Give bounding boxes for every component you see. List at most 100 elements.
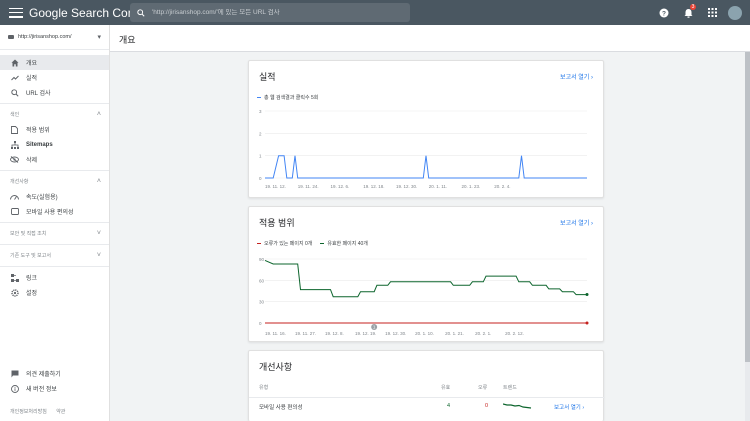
coverage-card: 적용 범위 보고서 열기 › 오류가 있는 페이지 0개 유효한 페이지 40개…	[248, 206, 604, 342]
terms-link[interactable]: 약관	[56, 409, 65, 415]
bell-icon[interactable]: 3	[676, 0, 700, 25]
row-error: 0	[485, 403, 489, 409]
phone-icon	[10, 207, 19, 216]
sidebar-item-label: 설정	[26, 291, 38, 297]
card-title: 적용 범위	[259, 218, 295, 228]
sidebar-item-label: 개요	[26, 61, 38, 67]
enhancements-card: 개선사항 유형 유효 오류 트렌드 모바일 사용 편의성 4 0 보고서 열기 …	[248, 350, 605, 421]
column-error: 오류	[478, 385, 488, 391]
chart-legend: 총 웹 검색결과 클릭수 5회	[257, 94, 326, 101]
divider	[0, 170, 109, 171]
help-icon[interactable]: ?	[652, 0, 676, 25]
column-trend: 트렌드	[503, 385, 517, 391]
x-tick-label: 19. 12. 30.	[396, 184, 417, 189]
chevron-up-icon: ˄	[96, 111, 101, 118]
chevron-down-icon: ˅	[96, 252, 101, 259]
apps-grid-icon[interactable]	[700, 0, 724, 25]
sidebar-item-sitemaps[interactable]: Sitemaps	[0, 137, 109, 152]
y-tick-label: 1	[259, 154, 262, 159]
hamburger-icon[interactable]	[9, 7, 23, 18]
x-tick-label: 20. 1. 23.	[461, 184, 480, 189]
avatar[interactable]	[728, 5, 742, 20]
table-row[interactable]: 모바일 사용 편의성 4 0 보고서 열기 ›	[249, 397, 605, 413]
svg-text:?: ?	[662, 10, 666, 17]
x-tick-label: 19. 12. 30.	[385, 331, 406, 336]
property-url: http://jirisanshop.com/	[18, 34, 72, 40]
open-report-link[interactable]: 보고서 열기 ›	[554, 403, 584, 411]
notification-badge: 3	[690, 4, 696, 10]
open-report-label: 보고서 열기	[554, 405, 581, 411]
open-report-link[interactable]: 보고서 열기 ›	[560, 218, 593, 227]
y-tick-label: 3	[259, 109, 262, 114]
column-valid: 유효	[441, 385, 451, 391]
sidebar-item-speed[interactable]: 속도(실험용)	[0, 189, 109, 204]
sidebar-item-label: 새 버전 정보	[26, 387, 57, 393]
sidebar-item-mobile-usability[interactable]: 모바일 사용 편의성	[0, 204, 109, 219]
series-end-point[interactable]	[585, 321, 589, 325]
property-selector[interactable]: http://jirisanshop.com/ ▾	[0, 25, 109, 50]
legend-item-valid[interactable]: 유효한 페이지 40개	[320, 240, 368, 247]
sidebar-item-performance[interactable]: 실적	[0, 70, 109, 85]
sidebar-item-whats-new[interactable]: 새 버전 정보	[0, 381, 110, 396]
section-index[interactable]: 색인 ˄	[0, 107, 109, 122]
section-enhancements[interactable]: 개선사항 ˄	[0, 174, 109, 189]
scrollbar[interactable]	[745, 52, 750, 421]
y-tick-label: 90	[259, 257, 265, 262]
x-tick-label: 20. 2. 4.	[494, 184, 510, 189]
scrollbar-thumb[interactable]	[745, 52, 750, 362]
series-line[interactable]	[264, 259, 587, 298]
sidebar-item-label: 삭제	[26, 158, 38, 164]
sidebar-item-label: URL 검사	[26, 91, 51, 97]
performance-chart: 0 1 2 3 19. 11. 12. 19. 11. 24. 19. 12. 6. 19. …	[259, 109, 587, 189]
section-legacy-tools[interactable]: 기존 도구 및 보고서 ˅	[0, 248, 109, 263]
url-inspection-search[interactable]	[130, 3, 410, 22]
privacy-link[interactable]: 개인정보처리방침	[10, 409, 47, 415]
legend-swatch	[257, 96, 261, 99]
legend-swatch	[257, 242, 261, 245]
divider	[0, 222, 109, 223]
sidebar-item-overview[interactable]: 개요	[0, 55, 109, 70]
section-label: 기존 도구 및 보고서	[10, 253, 51, 259]
property-icon	[8, 35, 14, 39]
trend-sparkline	[503, 403, 532, 409]
feedback-icon	[10, 369, 19, 378]
chevron-up-icon: ˄	[96, 178, 101, 185]
x-tick-label: 19. 12. 8.	[325, 331, 344, 336]
section-label: 색인	[10, 112, 20, 118]
section-label: 개선사항	[10, 179, 29, 185]
sidebar-item-settings[interactable]: 설정	[0, 285, 109, 300]
divider	[0, 266, 109, 267]
sidebar-item-label: 의견 제출하기	[26, 372, 61, 378]
column-type: 유형	[259, 385, 269, 391]
legend-item-error[interactable]: 오류가 있는 페이지 0개	[257, 240, 312, 247]
sidebar-item-label: Sitemaps	[26, 141, 53, 148]
info-icon	[10, 384, 19, 393]
chevron-right-icon: ›	[582, 405, 585, 411]
series-end-point[interactable]	[585, 293, 589, 297]
page-title: 개요	[119, 35, 136, 45]
x-tick-label: 19. 11. 27.	[295, 331, 316, 336]
chevron-down-icon: ˅	[96, 230, 101, 237]
section-label: 보안 및 직접 조치	[10, 231, 47, 237]
sidebar-item-url-inspection[interactable]: URL 검사	[0, 85, 109, 100]
sidebar-item-links[interactable]: 링크	[0, 270, 109, 285]
divider	[0, 244, 109, 245]
sidebar-item-removals[interactable]: 삭제	[0, 152, 109, 167]
sidebar-item-coverage[interactable]: 적용 범위	[0, 122, 109, 137]
links-icon	[10, 273, 19, 282]
sidebar-item-label: 모바일 사용 편의성	[26, 210, 74, 216]
sidebar-item-feedback[interactable]: 의견 제출하기	[0, 366, 110, 381]
table-header: 유형 유효 오류 트렌드	[249, 384, 605, 396]
performance-card: 실적 보고서 열기 › 총 웹 검색결과 클릭수 5회 0 1 2 3 19. 11. …	[248, 60, 604, 198]
sidebar-footer: 개인정보처리방침 약관	[10, 408, 73, 415]
y-tick-label: 60	[259, 278, 265, 283]
y-tick-label: 30	[259, 300, 265, 305]
series-line[interactable]	[265, 155, 587, 179]
x-tick-label: 19. 12. 18.	[363, 184, 384, 189]
legend-label: 유효한 페이지 40개	[327, 241, 368, 247]
section-security[interactable]: 보안 및 직접 조치 ˅	[0, 226, 109, 241]
search-input[interactable]	[152, 9, 402, 16]
open-report-link[interactable]: 보고서 열기 ›	[560, 72, 593, 81]
legend-item-clicks[interactable]: 총 웹 검색결과 클릭수 5회	[257, 94, 318, 101]
sidebar-item-label: 적용 범위	[26, 128, 50, 134]
